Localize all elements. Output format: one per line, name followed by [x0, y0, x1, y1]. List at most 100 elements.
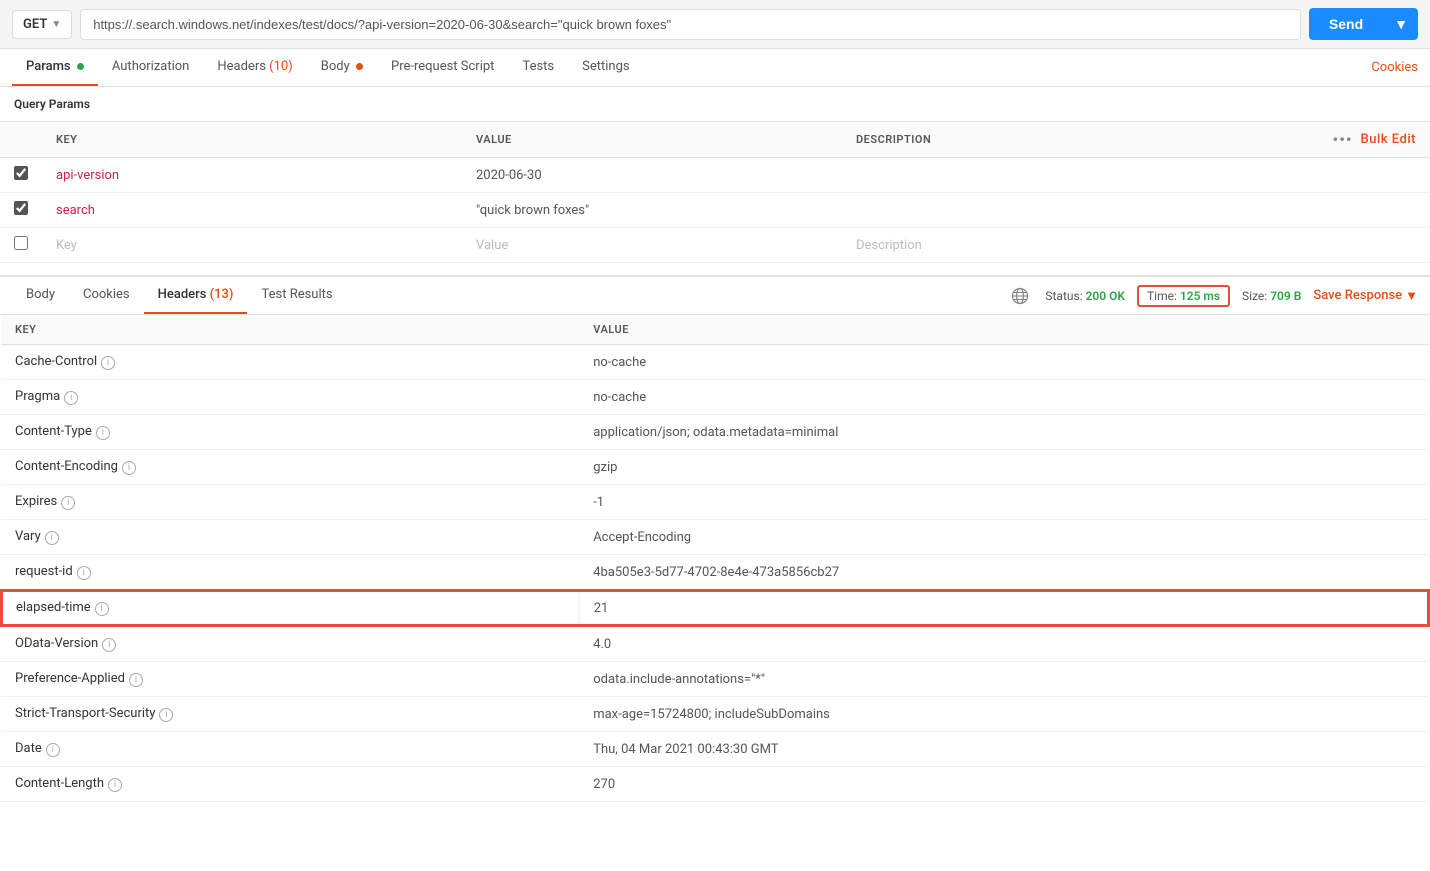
header-key-text-6: request-id	[15, 564, 73, 579]
param-desc-2[interactable]	[842, 193, 1310, 228]
tab-authorization[interactable]: Authorization	[98, 49, 204, 86]
header-value-3: gzip	[579, 450, 1429, 485]
bulk-edit-button[interactable]: Bulk Edit	[1361, 132, 1416, 147]
info-icon-10[interactable]: i	[159, 708, 173, 722]
info-icon-11[interactable]: i	[46, 743, 60, 757]
headers-col-value: VALUE	[579, 315, 1429, 345]
header-key-text-1: Pragma	[15, 389, 60, 404]
header-row-7: elapsed-timei21	[1, 590, 1429, 626]
param-desc-placeholder[interactable]: Description	[842, 228, 1310, 263]
info-icon-1[interactable]: i	[64, 391, 78, 405]
header-key-2: Content-Typei	[1, 415, 579, 450]
request-tabs-row: Params Authorization Headers (10) Body P…	[0, 49, 1430, 87]
response-tab-body-label: Body	[26, 287, 55, 302]
param-check-2[interactable]	[0, 193, 42, 228]
tab-params[interactable]: Params	[12, 49, 98, 86]
method-label: GET	[23, 17, 47, 32]
param-row-1: api-version 2020-06-30	[0, 158, 1430, 193]
header-key-10: Strict-Transport-Securityi	[1, 697, 579, 732]
param-actions-1	[1310, 158, 1430, 193]
param-checkbox-1[interactable]	[14, 166, 28, 180]
send-label: Send	[1309, 8, 1383, 40]
param-key-2[interactable]: search	[42, 193, 462, 228]
header-key-7: elapsed-time i	[1, 590, 579, 626]
time-value: 125 ms	[1180, 289, 1220, 303]
header-row-6: request-idi4ba505e3-5d77-4702-8e4e-473a5…	[1, 555, 1429, 591]
headers-col-key: KEY	[1, 315, 579, 345]
header-key-1: Pragmai	[1, 380, 579, 415]
param-value-1[interactable]: 2020-06-30	[462, 158, 842, 193]
header-key-12: Content-Lengthi	[1, 767, 579, 802]
response-tab-test-results[interactable]: Test Results	[247, 277, 346, 314]
param-value-placeholder[interactable]: Value	[462, 228, 842, 263]
header-value-10: max-age=15724800; includeSubDomains	[579, 697, 1429, 732]
header-value-5: Accept-Encoding	[579, 520, 1429, 555]
info-icon-12[interactable]: i	[108, 778, 122, 792]
tab-headers-count: (10)	[269, 59, 293, 74]
method-select[interactable]: GET ▼	[12, 10, 72, 39]
param-check-placeholder[interactable]	[0, 228, 42, 263]
cookies-link[interactable]: Cookies	[1371, 50, 1418, 85]
info-icon-2[interactable]: i	[96, 426, 110, 440]
header-key-5: Varyi	[1, 520, 579, 555]
header-key-text-5: Vary	[15, 529, 41, 544]
tab-tests[interactable]: Tests	[508, 49, 568, 86]
header-key-4: Expiresi	[1, 485, 579, 520]
tab-pre-request[interactable]: Pre-request Script	[377, 49, 508, 86]
headers-table: KEY VALUE Cache-Controlino-cachePragmain…	[0, 315, 1430, 802]
param-value-2[interactable]: "quick brown foxes"	[462, 193, 842, 228]
response-tab-cookies[interactable]: Cookies	[69, 277, 144, 314]
response-tab-body[interactable]: Body	[12, 277, 69, 314]
response-status-bar: Status: 200 OK Time: 125 ms Size: 709 B …	[1011, 285, 1418, 307]
info-icon-4[interactable]: i	[61, 496, 75, 510]
save-response-chevron: ▼	[1405, 288, 1418, 304]
send-button[interactable]: Send ▼	[1309, 8, 1418, 40]
header-value-4: -1	[579, 485, 1429, 520]
tab-pre-request-label: Pre-request Script	[391, 59, 494, 74]
tab-body-label: Body	[321, 59, 350, 74]
tab-headers[interactable]: Headers (10)	[203, 49, 306, 86]
param-desc-1[interactable]	[842, 158, 1310, 193]
size-label: Size:	[1242, 289, 1267, 303]
info-icon-0[interactable]: i	[101, 356, 115, 370]
tab-body[interactable]: Body	[307, 49, 377, 86]
info-icon-5[interactable]: i	[45, 531, 59, 545]
globe-icon	[1011, 287, 1029, 305]
more-options-icon[interactable]: •••	[1333, 130, 1353, 149]
header-value-0: no-cache	[579, 345, 1429, 380]
header-value-12: 270	[579, 767, 1429, 802]
header-key-9: Preference-Applied i	[1, 662, 579, 697]
send-arrow-icon[interactable]: ▼	[1384, 8, 1418, 40]
param-checkbox-placeholder[interactable]	[14, 236, 28, 250]
response-tab-headers-label: Headers	[158, 287, 210, 302]
info-icon-8[interactable]: i	[102, 638, 116, 652]
col-actions-header: ••• Bulk Edit	[1310, 122, 1430, 158]
header-row-1: Pragmaino-cache	[1, 380, 1429, 415]
response-tab-test-results-label: Test Results	[261, 287, 332, 302]
response-tab-headers[interactable]: Headers (13)	[144, 277, 248, 314]
tab-settings[interactable]: Settings	[568, 49, 643, 86]
status-label: Status:	[1045, 289, 1082, 303]
header-row-8: OData-Versioni4.0	[1, 626, 1429, 662]
header-key-text-7: elapsed-time	[16, 600, 91, 615]
col-key: KEY	[42, 122, 462, 158]
save-response-button[interactable]: Save Response ▼	[1313, 288, 1418, 304]
tab-settings-label: Settings	[582, 59, 629, 74]
body-dot	[356, 63, 363, 70]
header-key-text-3: Content-Encoding	[15, 459, 118, 474]
header-value-1: no-cache	[579, 380, 1429, 415]
info-icon-6[interactable]: i	[77, 566, 91, 580]
header-row-4: Expiresi-1	[1, 485, 1429, 520]
param-checkbox-2[interactable]	[14, 201, 28, 215]
info-icon-9[interactable]: i	[129, 673, 143, 687]
header-key-text-9: Preference-Applied	[15, 671, 125, 686]
tab-tests-label: Tests	[522, 59, 554, 74]
response-tabs-row: Body Cookies Headers (13) Test Results S…	[0, 275, 1430, 315]
header-key-3: Content-Encoding i	[1, 450, 579, 485]
info-icon-3[interactable]: i	[122, 461, 136, 475]
param-check-1[interactable]	[0, 158, 42, 193]
info-icon-7[interactable]: i	[95, 602, 109, 616]
param-key-1[interactable]: api-version	[42, 158, 462, 193]
param-key-placeholder[interactable]: Key	[42, 228, 462, 263]
url-input[interactable]	[80, 9, 1301, 40]
